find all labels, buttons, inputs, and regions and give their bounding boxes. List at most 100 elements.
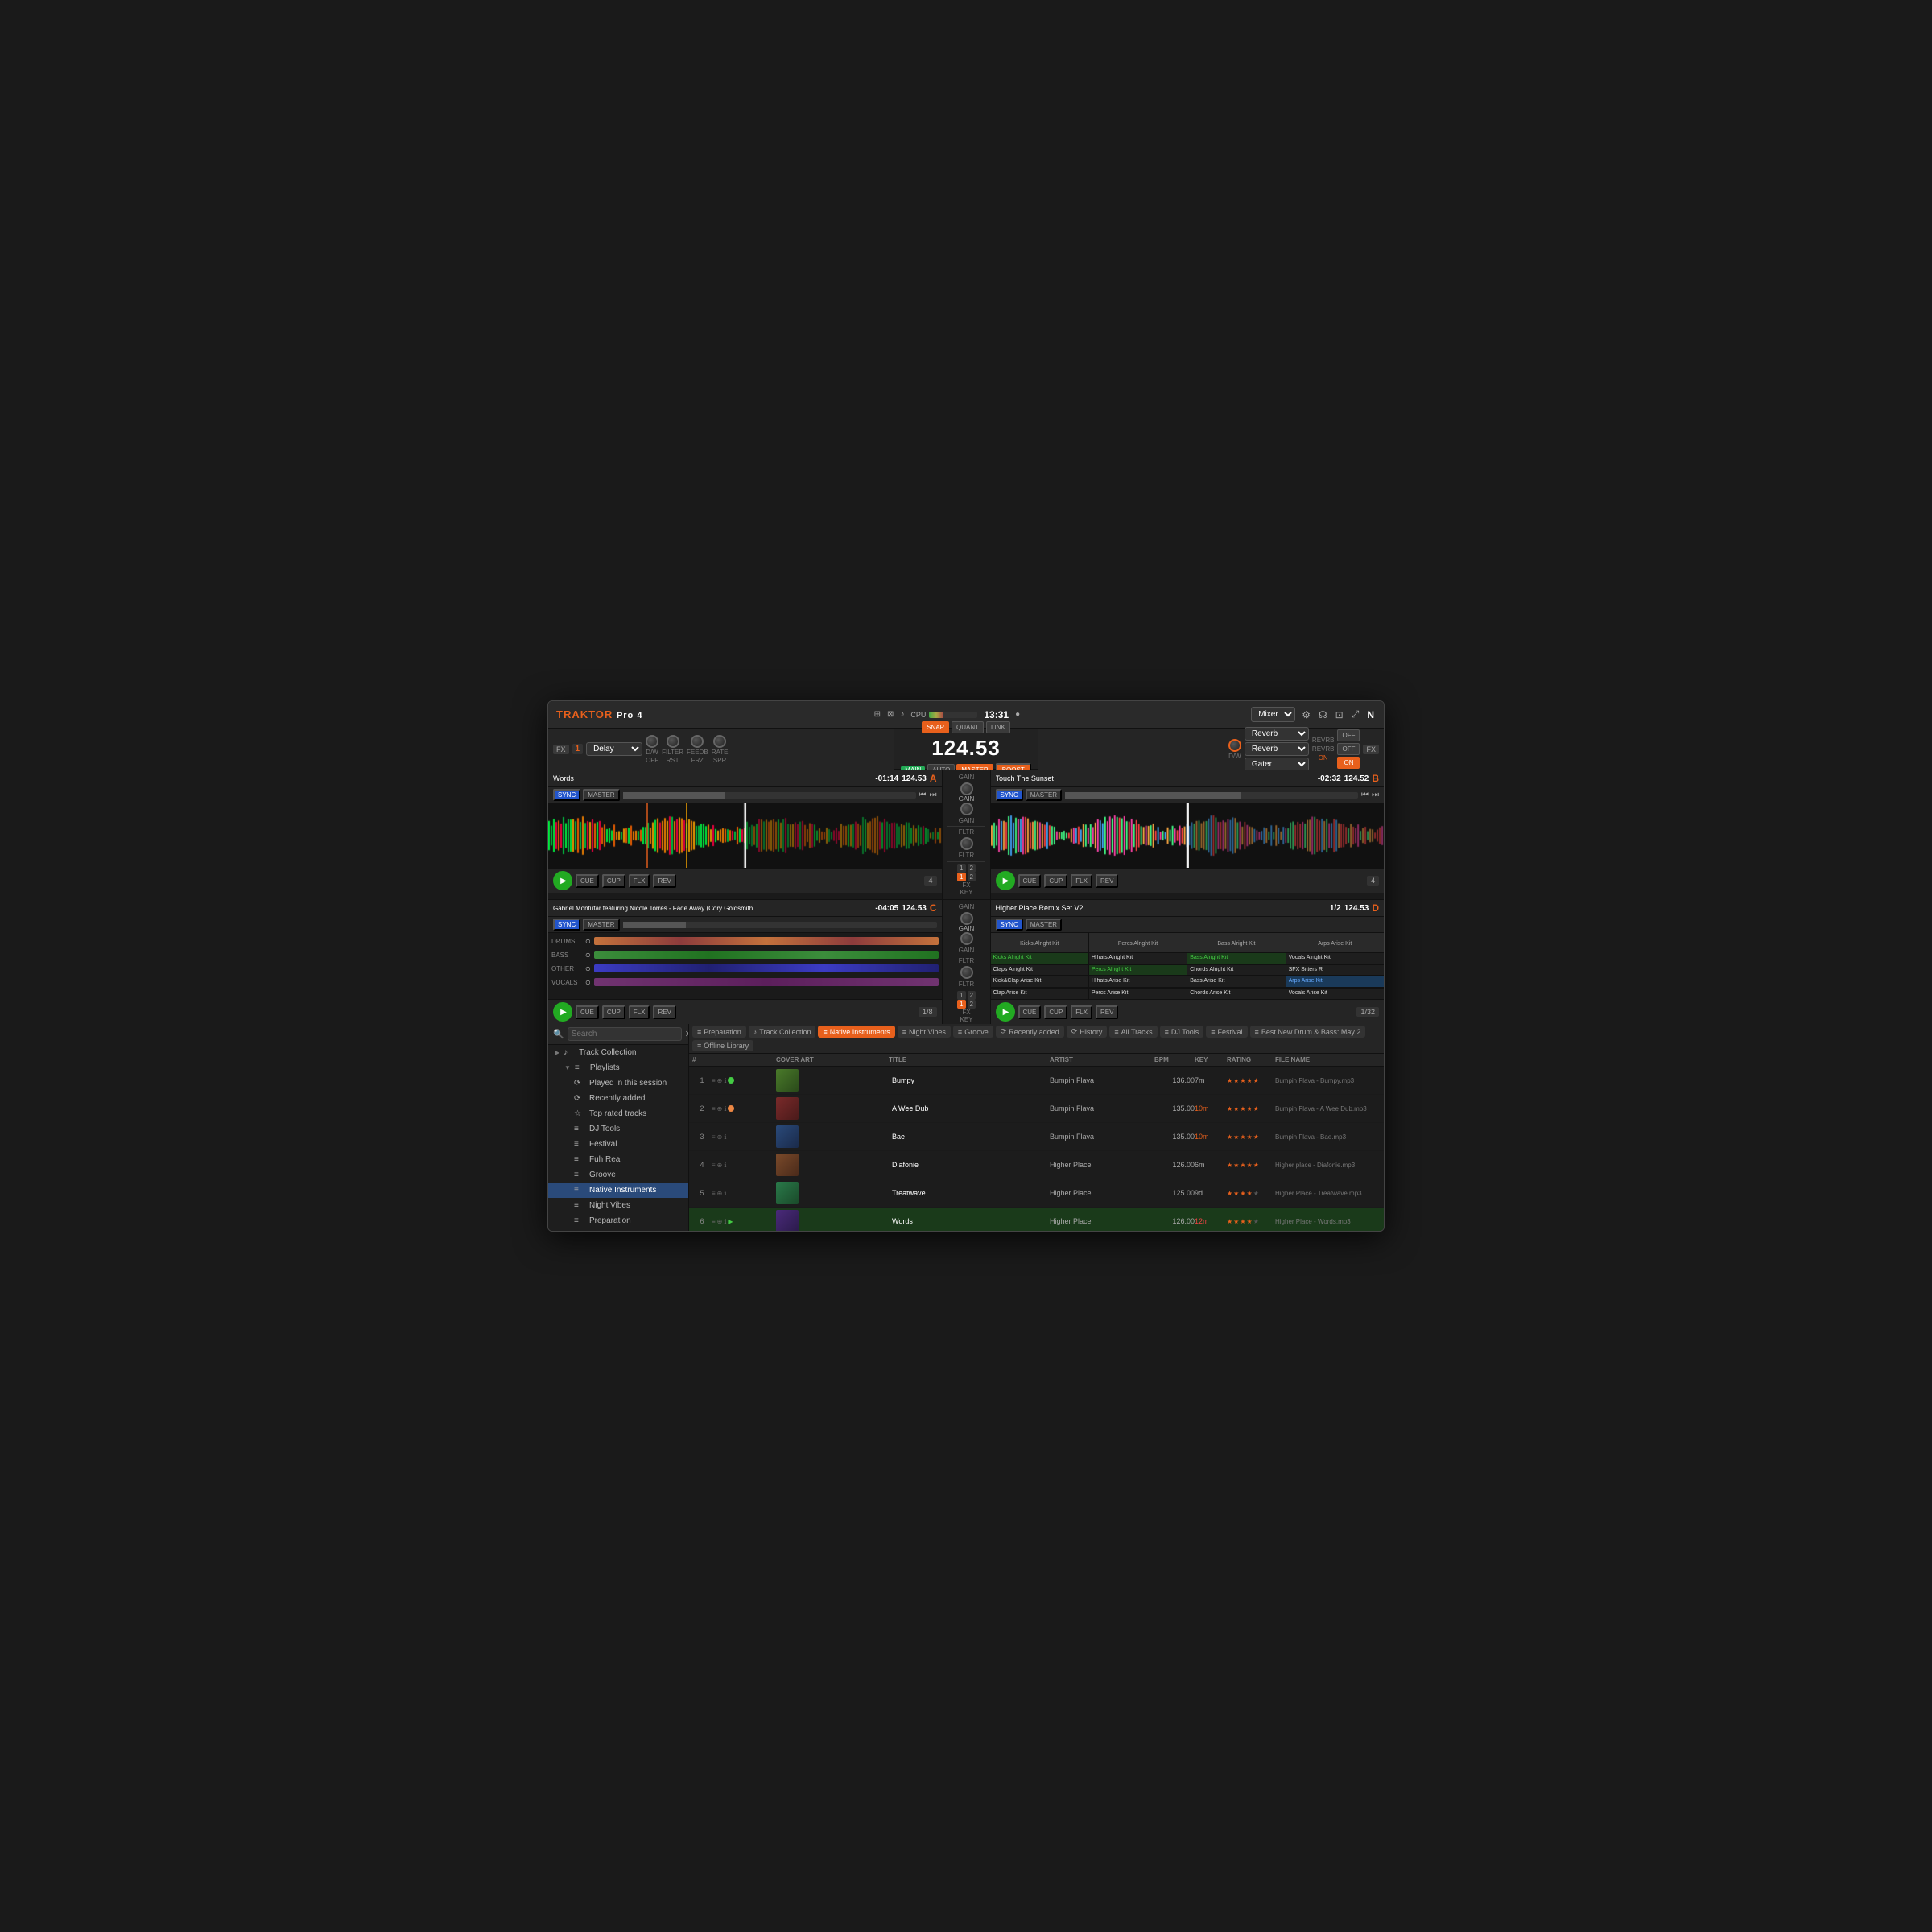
ch1-btn[interactable]: 1 <box>957 864 965 873</box>
remix-slot-3-1[interactable]: Kick&Clap Arise Kit <box>991 976 1088 988</box>
tab-all-tracks[interactable]: ≡ All Tracks <box>1109 1026 1157 1038</box>
deck-b-cup-btn[interactable]: CUP <box>1044 874 1067 888</box>
tab-track-collection[interactable]: ♪ Track Collection <box>749 1026 816 1038</box>
gater-on-btn[interactable]: ON <box>1337 757 1360 769</box>
gater-off-btn[interactable]: OFF <box>1337 743 1360 755</box>
gain-knob-c[interactable] <box>960 912 973 925</box>
deck-a-master-btn[interactable]: MASTER <box>583 789 619 801</box>
remix-slot-3-2[interactable]: Hihats Arise Kit <box>1089 976 1187 988</box>
quant-button[interactable]: QUANT <box>952 721 984 733</box>
tab-offline-library[interactable]: ≡ Offline Library <box>692 1040 753 1051</box>
tab-groove[interactable]: ≡ Groove <box>953 1026 993 1038</box>
settings-icon[interactable]: ⚙ <box>1300 708 1312 722</box>
fullscreen-icon[interactable]: ⤢ <box>1350 707 1361 722</box>
deck-a-cue-btn[interactable]: CUE <box>576 874 599 888</box>
tab-night-vibes[interactable]: ≡ Night Vibes <box>898 1026 951 1038</box>
sidebar-item-beatport[interactable]: ▶ ♦ Beatport Streaming <box>548 1228 688 1231</box>
screen-icon[interactable]: ⊡ <box>1334 708 1345 722</box>
remix-slot-2-1[interactable]: Claps Alright Kit <box>991 965 1088 976</box>
deck-b-rev-btn[interactable]: REV <box>1096 874 1118 888</box>
chat-icon[interactable]: ☊ <box>1317 708 1329 722</box>
deck-c-flx-btn[interactable]: FLX <box>629 1005 650 1019</box>
sidebar-item-festival[interactable]: ≡ Festival <box>548 1137 688 1152</box>
tab-recently-added[interactable]: ⟳ Recently added <box>996 1026 1064 1038</box>
deck-a-cup-btn[interactable]: CUP <box>602 874 625 888</box>
deck-d-cue-btn[interactable]: CUE <box>1018 1005 1042 1019</box>
deck-c-cup-btn[interactable]: CUP <box>602 1005 625 1019</box>
table-row[interactable]: 4 ≡ ⊕ ℹ Diafonie Higher Place 126.00 6m … <box>689 1151 1384 1179</box>
ch1-cd1[interactable]: 1 <box>957 991 965 1000</box>
deck-d-sync-btn[interactable]: SYNC <box>996 919 1023 931</box>
track-table[interactable]: # COVER ART TITLE ARTIST BPM KEY RATING … <box>689 1054 1384 1231</box>
ch2-cd1[interactable]: 2 <box>968 991 976 1000</box>
dw-knob-right-ctrl[interactable] <box>1228 739 1241 752</box>
ch2-cd2[interactable]: 2 <box>968 1000 976 1009</box>
deck-c-rev-btn[interactable]: REV <box>653 1005 675 1019</box>
table-row[interactable]: 2 ≡ ⊕ ℹ A Wee Dub Bumpin Flava 135.00 10… <box>689 1095 1384 1123</box>
remix-slot-3-3[interactable]: Bass Arise Kit <box>1187 976 1285 988</box>
dw-knob[interactable] <box>646 735 658 748</box>
feedb-knob[interactable] <box>691 735 704 748</box>
deck-c-cue-btn[interactable]: CUE <box>576 1005 599 1019</box>
table-row[interactable]: 6 ≡ ⊕ ℹ ▶ Words Higher Place 126.00 12m … <box>689 1208 1384 1231</box>
sidebar-item-preparation[interactable]: ≡ Preparation <box>548 1213 688 1228</box>
deck-a-rev-btn[interactable]: REV <box>653 874 675 888</box>
fltr-knob[interactable] <box>960 837 973 850</box>
gain-knob-b[interactable] <box>960 803 973 815</box>
deck-b-play-btn[interactable] <box>996 871 1015 890</box>
sidebar-item-track-collection[interactable]: ▶ ♪ Track Collection <box>548 1045 688 1060</box>
deck-c-sync-btn[interactable]: SYNC <box>553 919 580 931</box>
sidebar-item-dj-tools[interactable]: ≡ DJ Tools <box>548 1121 688 1137</box>
deck-d-play-btn[interactable] <box>996 1002 1015 1022</box>
deck-a-play-btn[interactable] <box>553 871 572 890</box>
deck-b-sync-btn[interactable]: SYNC <box>996 789 1023 801</box>
sidebar-item-recently-added[interactable]: ⟳ Recently added <box>548 1091 688 1106</box>
remix-slot-1-1[interactable]: Kicks Alright Kit <box>991 953 1088 964</box>
sidebar-item-night-vibes[interactable]: ≡ Night Vibes <box>548 1198 688 1213</box>
remix-slot-1-3[interactable]: Bass Alright Kit <box>1187 953 1285 964</box>
deck-d-rev-btn[interactable]: REV <box>1096 1005 1118 1019</box>
fltr-knob-cd[interactable] <box>960 966 973 979</box>
deck-c-play-btn[interactable] <box>553 1002 572 1022</box>
ch2-btn[interactable]: 2 <box>968 864 976 873</box>
deck-c-master-btn[interactable]: MASTER <box>583 919 619 931</box>
link-button[interactable]: LINK <box>986 721 1010 733</box>
sidebar-item-groove[interactable]: ≡ Groove <box>548 1167 688 1183</box>
search-input[interactable] <box>568 1027 682 1041</box>
deck-a-waveform[interactable] <box>548 803 942 868</box>
snap-button[interactable]: SNAP <box>922 721 949 733</box>
fx-effect1-select[interactable]: Reverb <box>1245 727 1309 741</box>
ch1-btn2[interactable]: 1 <box>957 873 965 881</box>
remix-slot-1-2[interactable]: Hihats Alright Kit <box>1089 953 1187 964</box>
table-row[interactable]: 5 ≡ ⊕ ℹ Treatwave Higher Place 125.00 9d… <box>689 1179 1384 1208</box>
deck-b-next-icon[interactable]: ⏭ <box>1372 791 1379 799</box>
remix-slot-3-4[interactable]: Arps Arise Kit <box>1286 976 1384 988</box>
tab-best-new[interactable]: ≡ Best New Drum & Bass: May 2 <box>1250 1026 1366 1038</box>
table-row[interactable]: 3 ≡ ⊕ ℹ Bae Bumpin Flava 135.00 10m ★★★★… <box>689 1123 1384 1151</box>
deck-a-next-icon[interactable]: ⏭ <box>930 791 937 799</box>
tab-dj-tools[interactable]: ≡ DJ Tools <box>1160 1026 1204 1038</box>
deck-d-flx-btn[interactable]: FLX <box>1071 1005 1092 1019</box>
sidebar-item-played[interactable]: ⟳ Played in this session <box>548 1075 688 1091</box>
table-row[interactable]: 1 ≡ ⊕ ℹ Bumpy Bumpin Flava 136.00 7m ★★★… <box>689 1067 1384 1095</box>
remix-slot-4-3[interactable]: Chords Arise Kit <box>1187 989 1285 999</box>
sidebar-item-playlists[interactable]: ▼ ≡ Playlists <box>548 1060 688 1075</box>
revrb-off-btn[interactable]: OFF <box>1337 729 1360 741</box>
ch1-cd2[interactable]: 1 <box>957 1000 965 1009</box>
sidebar-item-top-rated[interactable]: ☆ Top rated tracks <box>548 1106 688 1121</box>
rate-knob[interactable] <box>713 735 726 748</box>
filter-knob[interactable] <box>667 735 679 748</box>
deck-a-flx-btn[interactable]: FLX <box>629 874 650 888</box>
remix-slot-2-4[interactable]: SFX Sitters R <box>1286 965 1384 976</box>
deck-b-prev-icon[interactable]: ⏮ <box>1361 791 1368 799</box>
sidebar-item-native-instruments[interactable]: ≡ Native Instruments <box>548 1183 688 1198</box>
remix-slot-1-4[interactable]: Vocals Alright Kit <box>1286 953 1384 964</box>
deck-a-sync-btn[interactable]: SYNC <box>553 789 580 801</box>
gain-knob-d[interactable] <box>960 932 973 945</box>
gain-knob-a[interactable] <box>960 782 973 795</box>
deck-a-prev-icon[interactable]: ⏮ <box>919 791 927 799</box>
deck-d-master-btn[interactable]: MASTER <box>1026 919 1062 931</box>
fx-effect3-select[interactable]: Gater <box>1245 758 1309 771</box>
deck-b-waveform[interactable] <box>991 803 1385 868</box>
deck-b-master-btn[interactable]: MASTER <box>1026 789 1062 801</box>
